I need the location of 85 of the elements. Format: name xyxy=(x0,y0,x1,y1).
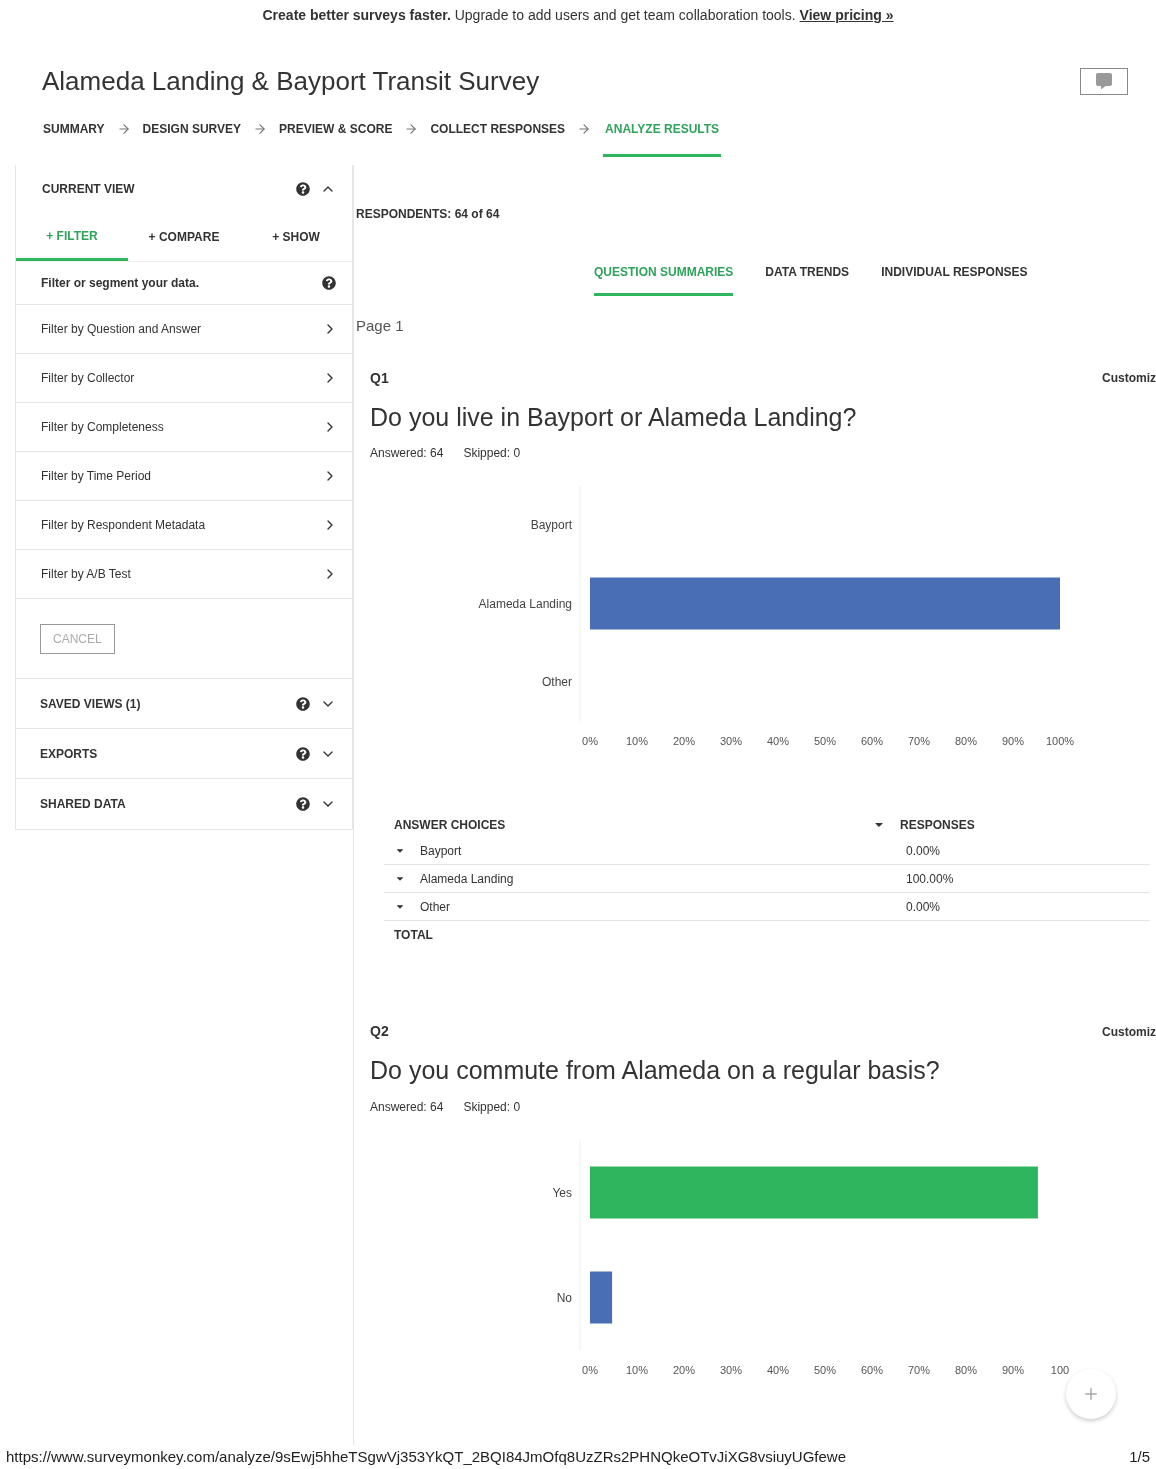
feedback-button[interactable] xyxy=(1080,67,1128,95)
axis-label: 0% xyxy=(582,1363,598,1376)
customize-button[interactable]: Customiz xyxy=(1102,369,1156,387)
arrow-icon xyxy=(404,122,419,136)
axis-label: 50% xyxy=(814,1363,836,1376)
section-title: CURRENT VIEW xyxy=(42,181,135,198)
axis-label: 30% xyxy=(720,1363,742,1376)
arrow-icon xyxy=(253,122,268,136)
axis-label: 90% xyxy=(1002,735,1024,747)
skipped-count: Skipped: 0 xyxy=(463,445,521,462)
filter-item[interactable]: Filter by Question and Answer xyxy=(16,305,352,354)
step-link[interactable]: SUMMARY xyxy=(43,120,105,138)
table-cell-text: Other xyxy=(420,898,451,916)
page-label: Page 1 xyxy=(356,316,405,336)
step-link[interactable]: DESIGN SURVEY xyxy=(142,120,242,138)
answered-count: Answered: 64 xyxy=(370,445,444,462)
bar xyxy=(590,1271,613,1323)
view-tab[interactable]: + SHOW xyxy=(240,213,352,261)
category-label: Yes xyxy=(552,1185,572,1199)
category-label: No xyxy=(556,1290,572,1304)
filter-item[interactable]: Filter by Respondent Metadata xyxy=(16,501,352,550)
axis-label: 40% xyxy=(767,1363,789,1376)
axis-label: 40% xyxy=(767,735,789,747)
page-number: 1/5 xyxy=(1129,1446,1150,1467)
step-link[interactable]: COLLECT RESPONSES xyxy=(430,120,566,138)
axis-label: 60% xyxy=(861,1363,883,1376)
help-icon[interactable] xyxy=(296,696,310,711)
axis-label: 30% xyxy=(720,735,742,747)
axis-label: 0% xyxy=(582,735,598,747)
axis-label: 50% xyxy=(814,735,836,747)
column-header: RESPONSES xyxy=(900,817,975,834)
total-label: TOTAL xyxy=(393,927,433,944)
table-cell-text: 0.00% xyxy=(906,898,941,916)
arrow-icon xyxy=(116,122,131,136)
help-icon[interactable] xyxy=(296,797,310,811)
category-label: Other xyxy=(542,674,572,689)
results-tab[interactable]: INDIVIDUAL RESPONSES xyxy=(881,263,1028,281)
answered-count: Answered: 64 xyxy=(370,1098,444,1116)
table-cell-text: Alameda Landing xyxy=(420,870,515,888)
help-icon[interactable] xyxy=(296,182,310,196)
category-label: Bayport xyxy=(530,518,572,533)
plus-icon xyxy=(1082,1385,1100,1403)
arrow-icon xyxy=(577,122,592,136)
axis-label: 90% xyxy=(1002,1363,1024,1376)
filter-item[interactable]: Filter by Completeness xyxy=(16,403,352,452)
results-tab[interactable]: DATA TRENDS xyxy=(765,263,850,281)
table-cell-text: 100.00% xyxy=(906,870,954,888)
survey-title: Alameda Landing & Bayport Transit Survey xyxy=(42,64,540,98)
axis-label: 60% xyxy=(861,735,883,747)
speech-bubble-icon xyxy=(1096,73,1112,89)
skipped-count: Skipped: 0 xyxy=(463,1098,521,1116)
step-link[interactable]: PREVIEW & SCORE xyxy=(279,120,393,138)
table-cell-text: Bayport xyxy=(420,842,463,860)
question-title: Do you commute from Alameda on a regular basis? xyxy=(369,1055,941,1086)
column-header: ANSWER CHOICES xyxy=(393,817,507,834)
view-pricing-link[interactable]: View pricing » xyxy=(799,4,894,26)
axis-label: 10% xyxy=(626,735,648,747)
axis-label: 100 xyxy=(1050,1363,1070,1376)
help-icon[interactable] xyxy=(322,276,336,290)
page-url: https://www.surveymonkey.com/analyze/9sEwj5hheTSgwVj353YkQT_2BQI84JmOfq8UzZRs2PHNQkeOTvJiXG8vsiuyUGfewe xyxy=(6,1446,847,1467)
axis-label: 20% xyxy=(673,1363,695,1376)
axis-label: 20% xyxy=(673,735,695,747)
respondents-count: RESPONDENTS: 64 of 64 xyxy=(356,206,501,223)
axis-label: 70% xyxy=(908,735,930,747)
filter-item[interactable]: Filter by Collector xyxy=(16,354,352,403)
filter-item[interactable]: Filter by A/B Test xyxy=(16,550,352,599)
axis-label: 80% xyxy=(955,735,977,747)
section-title: EXPORTS xyxy=(40,745,98,763)
view-tab[interactable]: + COMPARE xyxy=(128,213,240,261)
section-title: SAVED VIEWS (1) xyxy=(40,695,141,713)
axis-label: 100% xyxy=(1045,735,1075,747)
table-cell-text: 0.00% xyxy=(906,842,941,860)
filter-item[interactable]: Filter by Time Period xyxy=(16,452,352,501)
promo-text: Create better surveys faster. Upgrade to add users and get team collaboration tools. xyxy=(262,5,796,25)
question-number: Q2 xyxy=(370,1022,389,1041)
help-icon[interactable] xyxy=(296,746,310,761)
axis-label: 70% xyxy=(908,1363,930,1376)
axis-label: 10% xyxy=(626,1363,648,1376)
filter-hint: Filter or segment your data. xyxy=(41,275,200,292)
question-title: Do you live in Bayport or Alameda Landing? xyxy=(369,401,858,433)
question-number: Q1 xyxy=(370,368,389,388)
axis-label: 80% xyxy=(955,1363,977,1376)
customize-button[interactable]: Customiz xyxy=(1102,1022,1156,1041)
category-label: Alameda Landing xyxy=(478,596,572,611)
section-title: SHARED DATA xyxy=(40,796,126,813)
